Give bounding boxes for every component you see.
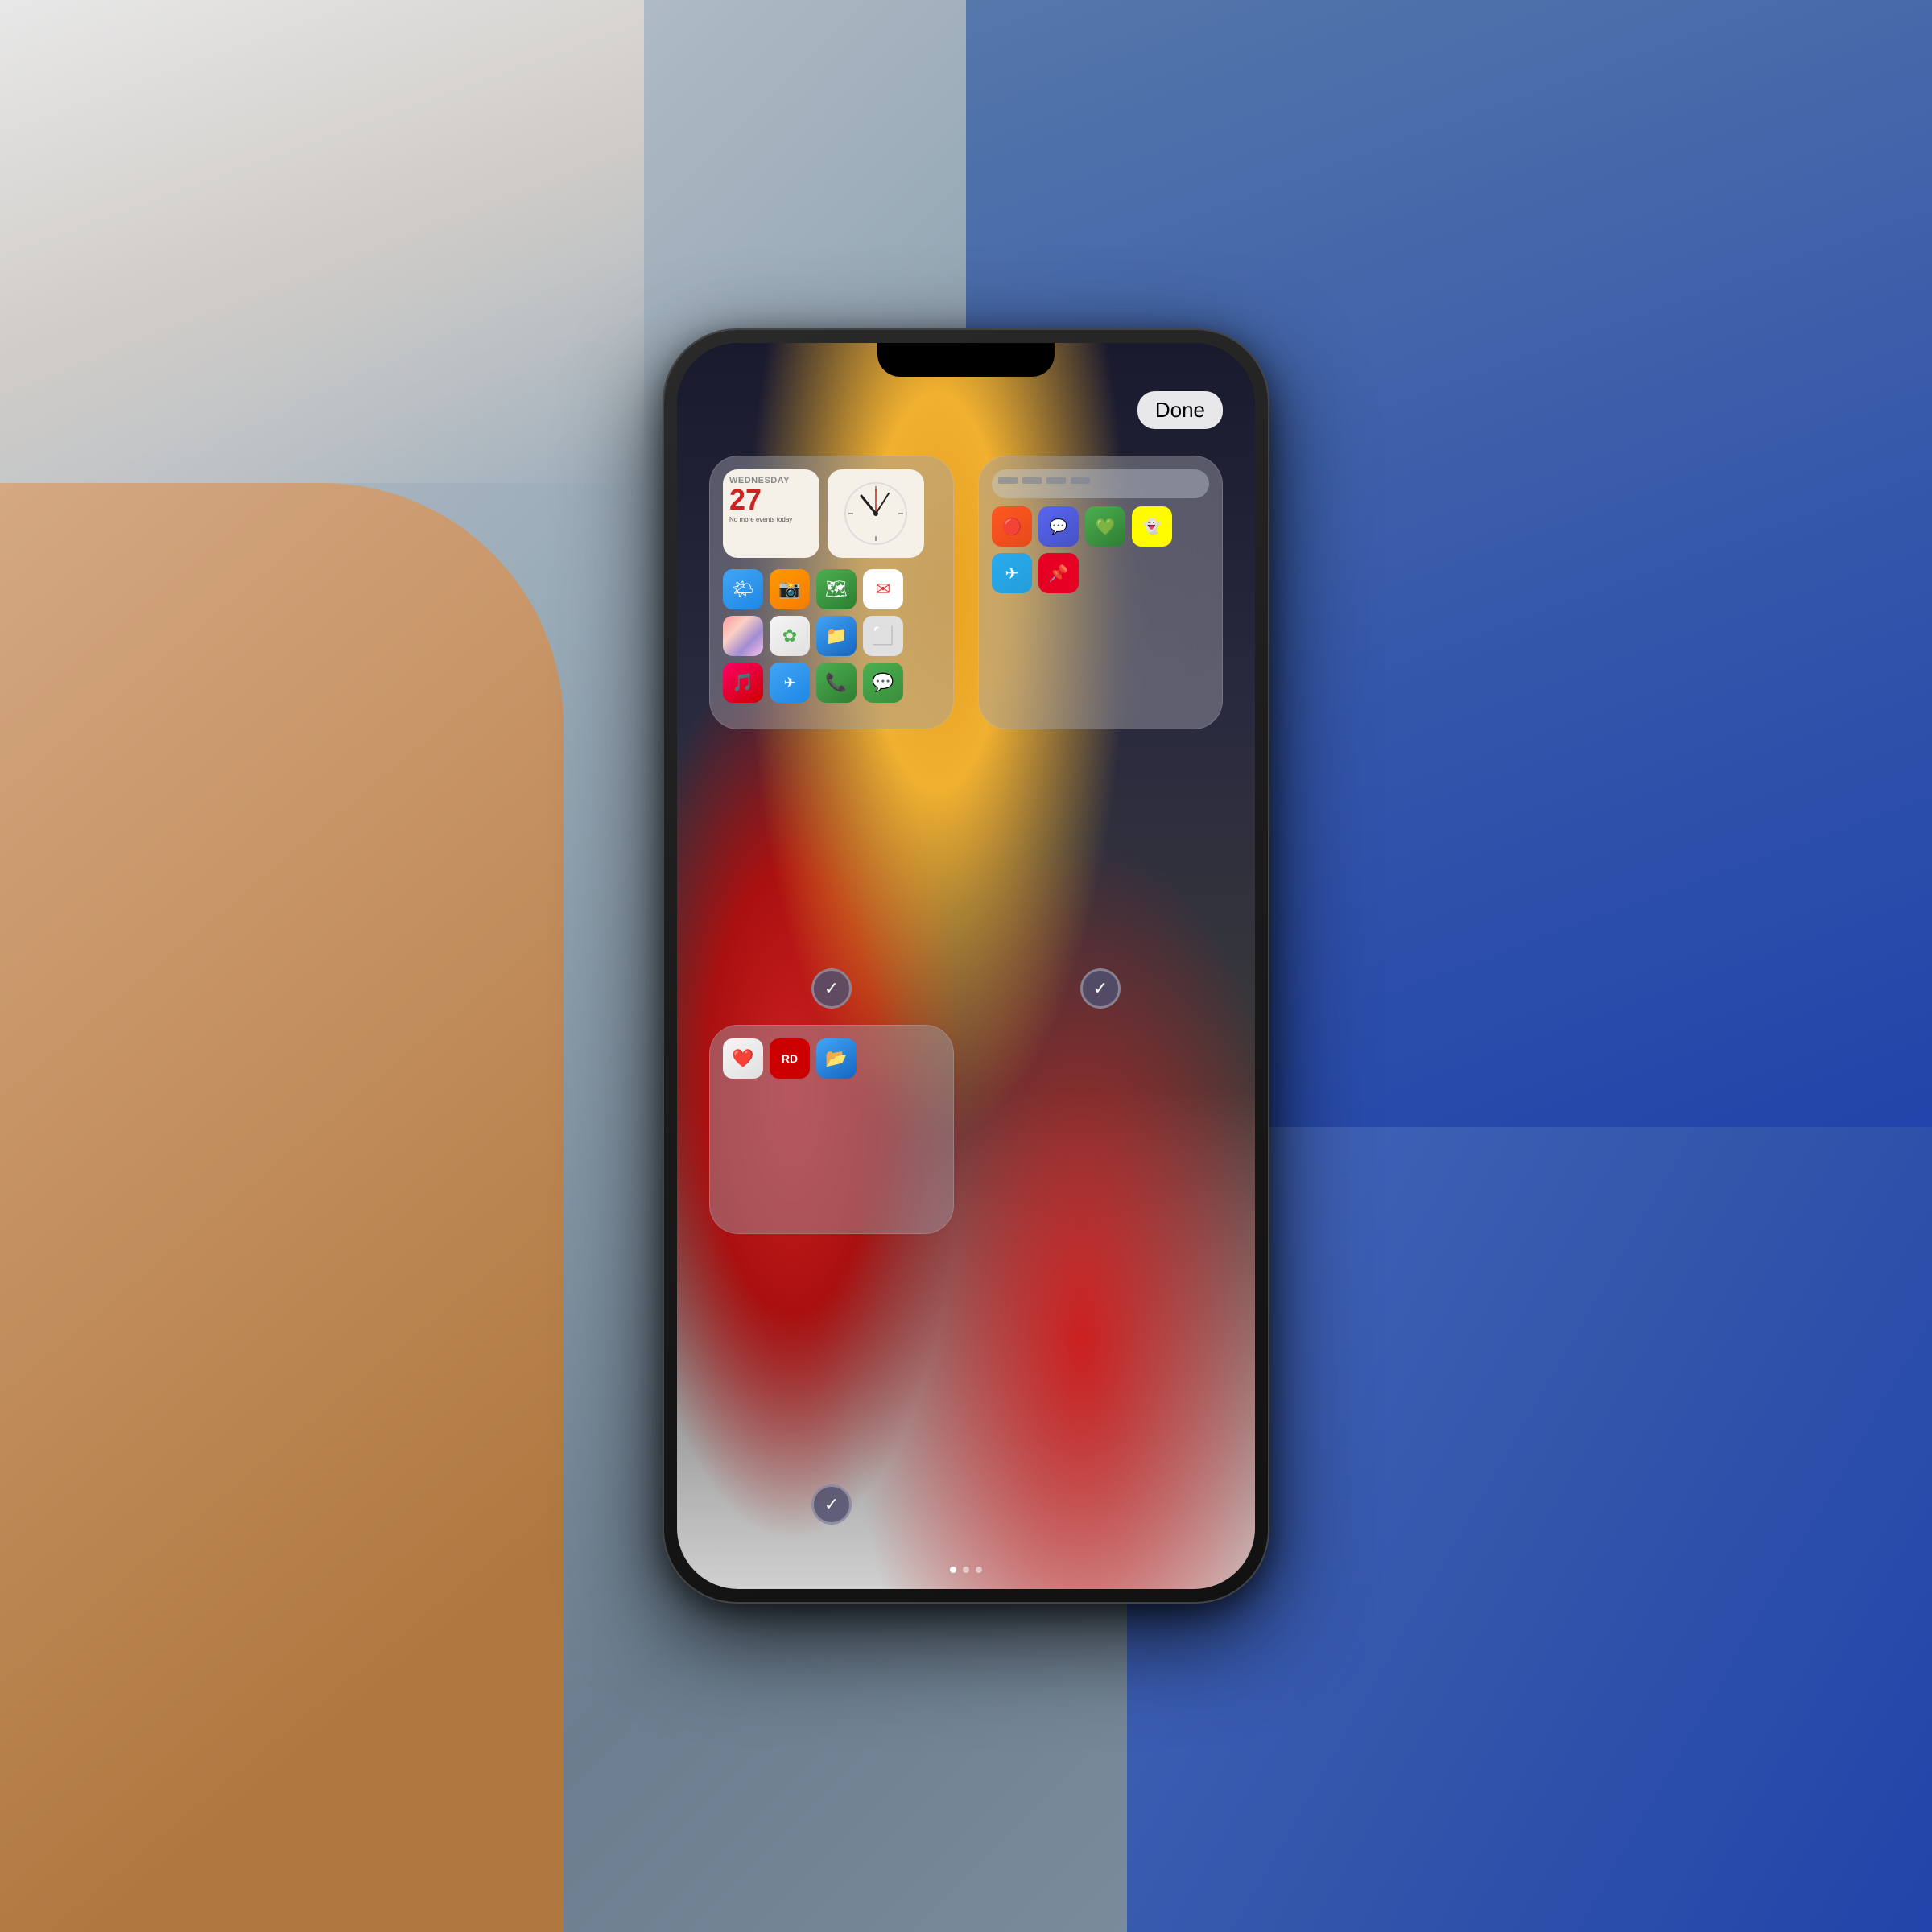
page2-checkmark: ✓ xyxy=(1093,978,1108,999)
app-phone[interactable]: 📞 xyxy=(816,663,857,703)
cal-day-number: 27 xyxy=(729,485,813,514)
folder-dot4 xyxy=(1071,477,1090,484)
folder-dot1 xyxy=(998,477,1018,484)
page3-wrapper: ❤️ RD 📂 ✓ xyxy=(709,1025,954,1517)
app-weather[interactable]: 🌤 xyxy=(723,569,763,609)
clock-face xyxy=(844,481,908,546)
page1-check-badge[interactable]: ✓ xyxy=(811,968,852,1009)
app-row-2: 🌸 ✿ 📁 ⬜ xyxy=(723,616,940,656)
empty-cell xyxy=(978,1025,1223,1517)
page1-card[interactable]: WEDNESDAY 27 No more events today xyxy=(709,456,954,729)
page1-checkmark: ✓ xyxy=(824,978,839,999)
page3-check-badge[interactable]: ✓ xyxy=(811,1484,852,1525)
calendar-widget[interactable]: WEDNESDAY 27 No more events today xyxy=(723,469,819,558)
phone-body: Done WEDNESDAY 27 No more e xyxy=(664,330,1268,1602)
app-health[interactable]: ❤️ xyxy=(723,1038,763,1079)
pages-container: WEDNESDAY 27 No more events today xyxy=(677,431,1255,1541)
phone-screen: Done WEDNESDAY 27 No more e xyxy=(677,343,1255,1589)
bg-white xyxy=(0,0,644,483)
page3-card[interactable]: ❤️ RD 📂 xyxy=(709,1025,954,1234)
page3-checkmark: ✓ xyxy=(824,1494,839,1515)
app-camera[interactable]: 📸 xyxy=(770,569,810,609)
app-reddit[interactable]: 🔴 xyxy=(992,506,1032,547)
page-dots xyxy=(950,1567,982,1573)
widgets-row: WEDNESDAY 27 No more events today xyxy=(723,469,940,558)
phone-wrapper: Done WEDNESDAY 27 No more e xyxy=(664,330,1268,1602)
folder-row-dots xyxy=(998,477,1203,484)
bg-hand xyxy=(0,483,564,1932)
cal-event: No more events today xyxy=(729,516,813,523)
social-row-2: ✈ 📌 xyxy=(992,553,1209,593)
app-wechat[interactable]: 💚 xyxy=(1085,506,1125,547)
dot-1 xyxy=(950,1567,956,1573)
app-messages[interactable]: 💬 xyxy=(863,663,903,703)
notch xyxy=(877,343,1055,377)
app-reader-digest[interactable]: RD xyxy=(770,1038,810,1079)
app-gmail[interactable]: ✉ xyxy=(863,569,903,609)
app-files[interactable]: 📁 xyxy=(816,616,857,656)
app-row-1: 🌤 📸 🗺 ✉ xyxy=(723,569,940,609)
bottom-app-row: ❤️ RD 📂 xyxy=(723,1038,940,1079)
dot-2 xyxy=(963,1567,969,1573)
app-files2[interactable]: 📂 xyxy=(816,1038,857,1079)
folder-top-strip xyxy=(992,469,1209,498)
folder-dot3 xyxy=(1046,477,1066,484)
app-photos[interactable]: 🌸 xyxy=(723,616,763,656)
app-music[interactable]: 🎵 xyxy=(723,663,763,703)
page1-wrapper: WEDNESDAY 27 No more events today xyxy=(709,456,954,1001)
app-discord[interactable]: 💬 xyxy=(1038,506,1079,547)
done-button[interactable]: Done xyxy=(1137,391,1223,429)
social-row-1: 🔴 💬 💚 👻 xyxy=(992,506,1209,547)
clock-widget[interactable] xyxy=(828,469,924,558)
app-testflight[interactable]: ✈ xyxy=(770,663,810,703)
app-snapchat[interactable]: 👻 xyxy=(1132,506,1172,547)
page2-wrapper: 🔴 💬 💚 👻 ✈ 📌 xyxy=(978,456,1223,1001)
dot-3 xyxy=(976,1567,982,1573)
page2-check-badge[interactable]: ✓ xyxy=(1080,968,1121,1009)
app-row-3: 🎵 ✈ 📞 💬 xyxy=(723,663,940,703)
app-telegram[interactable]: ✈ xyxy=(992,553,1032,593)
app-gphotos[interactable]: ✿ xyxy=(770,616,810,656)
page2-card[interactable]: 🔴 💬 💚 👻 ✈ 📌 xyxy=(978,456,1223,729)
folder-dot2 xyxy=(1022,477,1042,484)
app-pinterest[interactable]: 📌 xyxy=(1038,553,1079,593)
app-misc1[interactable]: ⬜ xyxy=(863,616,903,656)
app-maps[interactable]: 🗺 xyxy=(816,569,857,609)
scene: Done WEDNESDAY 27 No more e xyxy=(0,0,1932,1932)
